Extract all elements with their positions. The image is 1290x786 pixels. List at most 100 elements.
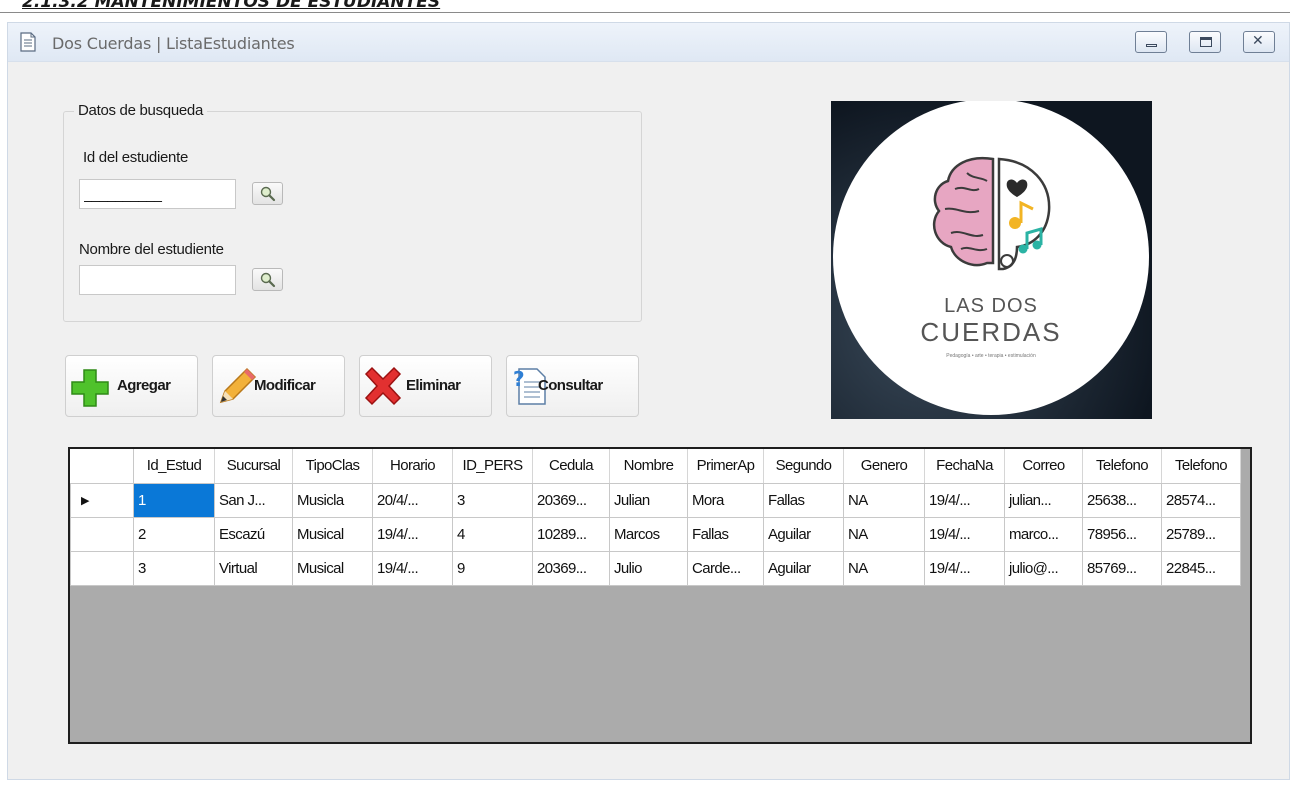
- table-cell[interactable]: 1: [133, 482, 215, 518]
- column-header[interactable]: Segundo: [763, 449, 844, 484]
- student-id-input[interactable]: [79, 179, 236, 209]
- table-cell[interactable]: 9: [452, 550, 533, 586]
- table-cell[interactable]: 22845...: [1161, 550, 1241, 586]
- modify-button[interactable]: Modificar: [212, 355, 345, 417]
- table-row[interactable]: 3 Virtual Musical 19/4/... 9 20369... Ju…: [70, 550, 1241, 586]
- maximize-button[interactable]: [1189, 31, 1221, 53]
- minimize-icon: [1146, 44, 1157, 47]
- column-header[interactable]: FechaNa: [924, 449, 1005, 484]
- table-cell[interactable]: 19/4/...: [924, 516, 1005, 552]
- table-cell[interactable]: NA: [843, 516, 925, 552]
- search-by-id-button[interactable]: [252, 182, 283, 205]
- table-cell[interactable]: 3: [452, 482, 533, 518]
- minimize-button[interactable]: [1135, 31, 1167, 53]
- column-header[interactable]: Id_Estud: [133, 449, 215, 484]
- logo-tagline: Pedagogía • arte • terapia • estimulació…: [946, 353, 1036, 359]
- column-header[interactable]: ID_PERS: [452, 449, 533, 484]
- close-button[interactable]: ✕: [1243, 31, 1275, 53]
- table-cell[interactable]: Aguilar: [763, 516, 844, 552]
- table-cell[interactable]: 85769...: [1082, 550, 1162, 586]
- brain-music-icon: [932, 156, 1051, 271]
- delete-button-label: Eliminar: [406, 377, 461, 394]
- column-header[interactable]: Telefono: [1082, 449, 1162, 484]
- students-grid[interactable]: Id_Estud Sucursal TipoClas Horario ID_PE…: [68, 447, 1252, 744]
- students-table: Id_Estud Sucursal TipoClas Horario ID_PE…: [70, 449, 1241, 586]
- table-cell[interactable]: Julian: [609, 482, 688, 518]
- magnifier-icon: [260, 272, 276, 288]
- document-heading: 2.1.3.2 MANTENIMIENTOS DE ESTUDIANTES: [22, 0, 441, 12]
- logo-circle: LAS DOS CUERDAS Pedagogía • arte • terap…: [833, 101, 1149, 415]
- table-cell[interactable]: julian...: [1004, 482, 1083, 518]
- table-cell[interactable]: Marcos: [609, 516, 688, 552]
- table-cell[interactable]: NA: [843, 482, 925, 518]
- column-header[interactable]: Nombre: [609, 449, 688, 484]
- table-cell[interactable]: Musical: [292, 550, 373, 586]
- table-cell[interactable]: 20369...: [532, 550, 610, 586]
- column-header[interactable]: Cedula: [532, 449, 610, 484]
- table-cell[interactable]: 25638...: [1082, 482, 1162, 518]
- table-cell[interactable]: Musicla: [292, 482, 373, 518]
- row-header-corner[interactable]: [70, 449, 134, 484]
- grid-header-row: Id_Estud Sucursal TipoClas Horario ID_PE…: [70, 449, 1241, 484]
- search-group-title: Datos de busqueda: [74, 102, 208, 119]
- query-button[interactable]: ? Consultar: [506, 355, 639, 417]
- logo-text-line2: CUERDAS: [920, 317, 1062, 347]
- search-groupbox: Datos de busqueda Id del estudiente Nomb…: [63, 102, 642, 322]
- table-cell[interactable]: 20369...: [532, 482, 610, 518]
- table-row[interactable]: ▶ 1 San J... Musicla 20/4/... 3 20369...…: [70, 482, 1241, 518]
- add-button[interactable]: Agregar: [65, 355, 198, 417]
- table-row[interactable]: 2 Escazú Musical 19/4/... 4 10289... Mar…: [70, 516, 1241, 552]
- title-bar[interactable]: Dos Cuerdas | ListaEstudiantes ✕: [8, 23, 1289, 62]
- modify-button-label: Modificar: [254, 377, 316, 394]
- table-cell[interactable]: 19/4/...: [924, 550, 1005, 586]
- table-cell[interactable]: 10289...: [532, 516, 610, 552]
- student-id-label: Id del estudiente: [83, 149, 188, 166]
- row-header[interactable]: [70, 516, 134, 552]
- delete-x-icon: [364, 366, 402, 406]
- window-title: Dos Cuerdas | ListaEstudiantes: [52, 34, 295, 53]
- table-cell[interactable]: Carde...: [687, 550, 764, 586]
- query-button-label: Consultar: [538, 377, 603, 394]
- table-cell[interactable]: 2: [133, 516, 215, 552]
- student-name-input[interactable]: [79, 265, 236, 295]
- column-header[interactable]: Correo: [1004, 449, 1083, 484]
- document-icon: [20, 32, 36, 52]
- delete-button[interactable]: Eliminar: [359, 355, 492, 417]
- add-button-label: Agregar: [117, 377, 171, 394]
- search-by-name-button[interactable]: [252, 268, 283, 291]
- column-header[interactable]: Sucursal: [214, 449, 293, 484]
- table-cell[interactable]: marco...: [1004, 516, 1083, 552]
- table-cell[interactable]: Fallas: [763, 482, 844, 518]
- table-cell[interactable]: Aguilar: [763, 550, 844, 586]
- column-header[interactable]: Genero: [843, 449, 925, 484]
- table-cell[interactable]: 19/4/...: [372, 516, 453, 552]
- table-cell[interactable]: Virtual: [214, 550, 293, 586]
- table-cell[interactable]: 3: [133, 550, 215, 586]
- column-header[interactable]: PrimerAp: [687, 449, 764, 484]
- table-cell[interactable]: 25789...: [1161, 516, 1241, 552]
- table-cell[interactable]: 28574...: [1161, 482, 1241, 518]
- logo-text-line1: LAS DOS: [944, 295, 1038, 317]
- table-cell[interactable]: Escazú: [214, 516, 293, 552]
- table-cell[interactable]: 19/4/...: [372, 550, 453, 586]
- table-cell[interactable]: julio@...: [1004, 550, 1083, 586]
- table-cell[interactable]: San J...: [214, 482, 293, 518]
- column-header[interactable]: Horario: [372, 449, 453, 484]
- table-cell[interactable]: Julio: [609, 550, 688, 586]
- table-cell[interactable]: 4: [452, 516, 533, 552]
- brand-logo: LAS DOS CUERDAS Pedagogía • arte • terap…: [831, 101, 1152, 419]
- plus-icon: [71, 369, 109, 407]
- table-cell[interactable]: 78956...: [1082, 516, 1162, 552]
- table-cell[interactable]: Mora: [687, 482, 764, 518]
- column-header[interactable]: Telefono: [1161, 449, 1241, 484]
- svg-text:?: ?: [513, 367, 525, 391]
- current-row-indicator[interactable]: ▶: [70, 482, 134, 518]
- table-cell[interactable]: Musical: [292, 516, 373, 552]
- column-header[interactable]: TipoClas: [292, 449, 373, 484]
- row-header[interactable]: [70, 550, 134, 586]
- table-cell[interactable]: 20/4/...: [372, 482, 453, 518]
- table-cell[interactable]: NA: [843, 550, 925, 586]
- document-divider: [0, 12, 1290, 13]
- table-cell[interactable]: 19/4/...: [924, 482, 1005, 518]
- table-cell[interactable]: Fallas: [687, 516, 764, 552]
